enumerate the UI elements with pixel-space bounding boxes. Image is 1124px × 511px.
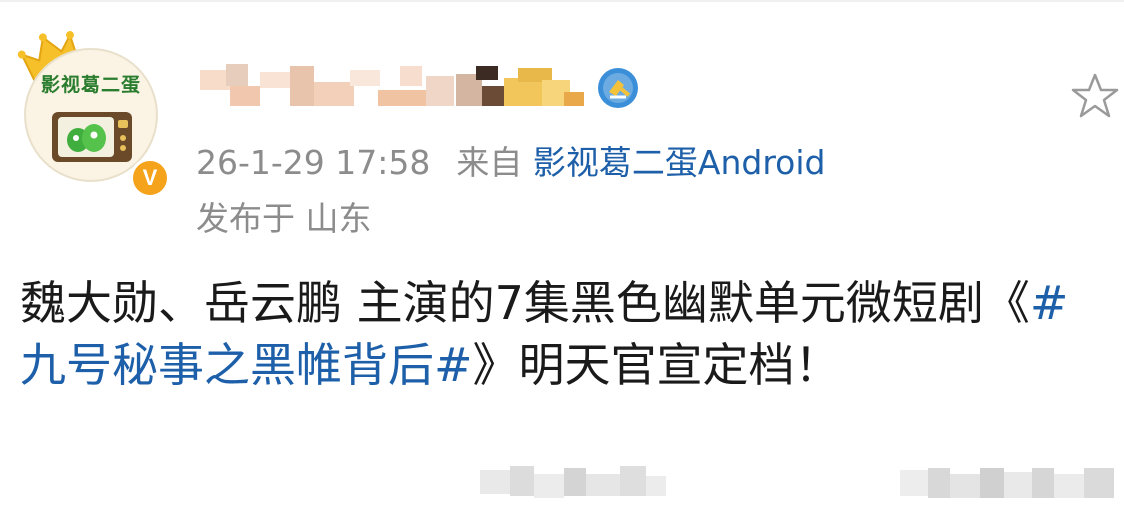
source-link[interactable]: 影视葛二蛋Android <box>533 143 826 182</box>
post-text-part2: 》明天官宣定档！ <box>472 338 841 392</box>
avatar-container[interactable]: 影视葛二蛋 V <box>17 31 170 198</box>
username-pixelated[interactable] <box>200 62 585 110</box>
weibo-post-card: 影视葛二蛋 V 26-1-29 17:58 来自 影视葛二蛋Android 发布… <box>0 0 1124 511</box>
watermark-pixelated <box>480 466 1114 498</box>
post-meta: 26-1-29 17:58 来自 影视葛二蛋Android <box>196 136 825 184</box>
timestamp: 26-1-29 17:58 <box>196 143 431 182</box>
tv-mascot-icon <box>52 112 132 162</box>
source-prefix: 来自 <box>456 143 523 182</box>
post-body: 魏大勋、岳云鹏 主演的7集黑色幽默单元微短剧《#九号秘事之黑帷背后#》明天官宣定… <box>20 272 1100 396</box>
avatar-text: 影视葛二蛋 <box>40 74 141 96</box>
star-icon[interactable] <box>1070 72 1120 120</box>
post-location: 发布于 山东 <box>196 199 372 238</box>
verified-shield-icon[interactable] <box>596 66 640 110</box>
post-text-part1: 魏大勋、岳云鹏 主演的7集黑色幽默单元微短剧《 <box>20 276 1030 330</box>
verified-v-badge: V <box>130 158 170 198</box>
